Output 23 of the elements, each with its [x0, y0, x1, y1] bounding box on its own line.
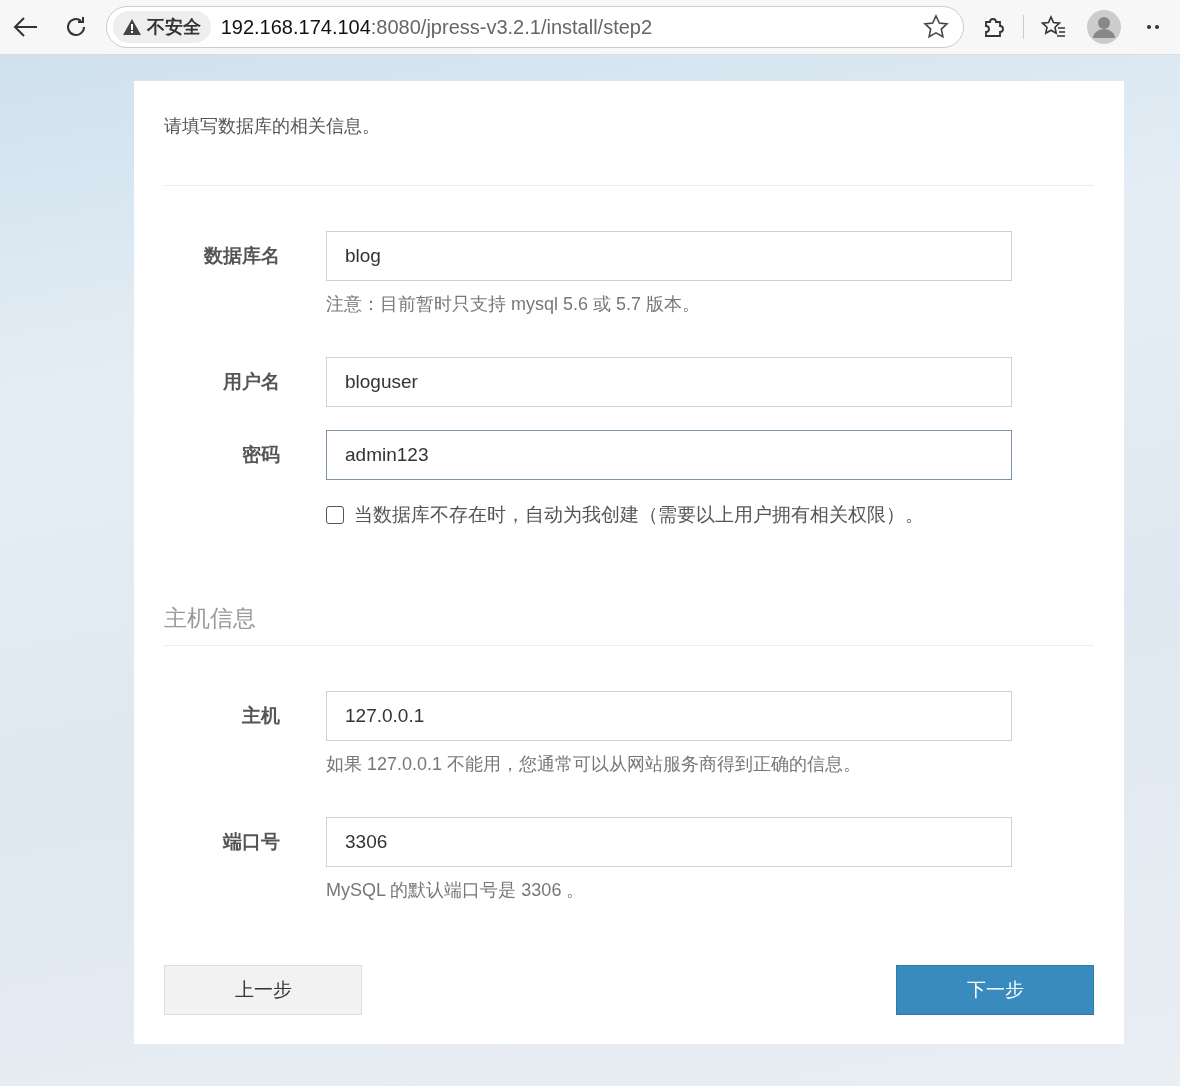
next-step-button[interactable]: 下一步 — [896, 965, 1094, 1015]
field-label: 主机 — [241, 704, 280, 728]
checkbox[interactable] — [326, 506, 344, 524]
field-label: 用户名 — [222, 370, 280, 394]
url-text: 192.168.174.104:8080/jpress-v3.2.1/install/step2 — [220, 15, 654, 39]
field-hint: MySQL 的默认端口号是 3306 。 — [326, 879, 586, 902]
input-field[interactable]: admin123 — [326, 430, 1012, 480]
star-icon[interactable] — [922, 14, 949, 40]
intro-text: 请填写数据库的相关信息。 — [164, 115, 381, 138]
checkbox-label: 当数据库不存在时，自动为我创建（需要以上用户拥有相关权限）。 — [354, 503, 924, 527]
field-label: 数据库名 — [203, 244, 280, 268]
previous-step-button[interactable]: 上一步 — [164, 965, 362, 1015]
field-label: 端口号 — [221, 830, 280, 854]
field-label: 密码 — [241, 443, 280, 467]
address-bar[interactable]: 不安全 192.168.174.104:8080/jpress-v3.2.1/install/step2 — [105, 6, 964, 48]
security-badge[interactable]: 不安全 — [112, 11, 211, 43]
input-field[interactable]: bloguser — [326, 357, 1012, 407]
field-hint: 注意：目前暂时只支持 mysql 5.6 或 5.7 版本。 — [326, 293, 702, 316]
input-field[interactable]: 3306 — [326, 817, 1012, 867]
field-hint: 如果 127.0.0.1 不能用，您通常可以从网站服务商得到正确的信息。 — [326, 753, 863, 776]
input-field[interactable]: blog — [326, 231, 1012, 281]
input-field[interactable]: 127.0.0.1 — [326, 691, 1012, 741]
section-title: 主机信息 — [164, 603, 1094, 646]
